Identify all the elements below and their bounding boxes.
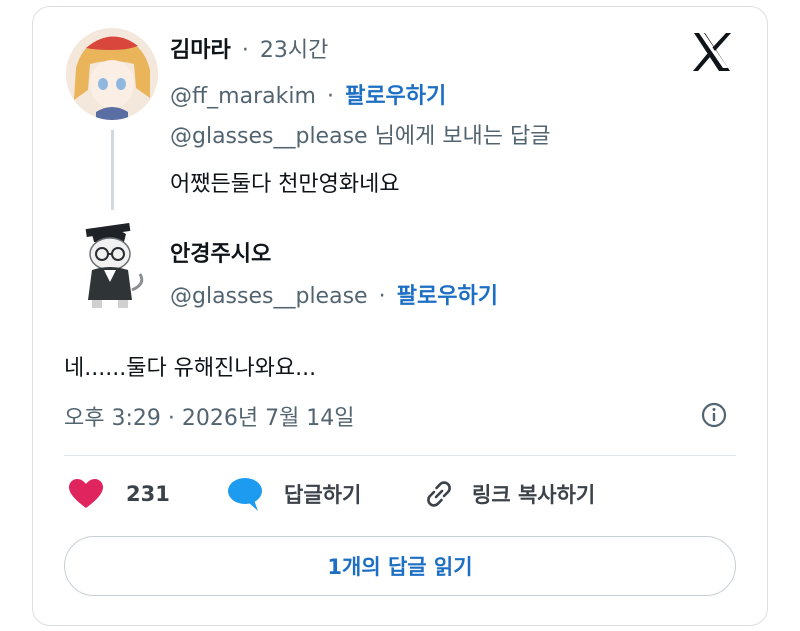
reply-author-name[interactable]: 안경주시오 [170, 236, 271, 268]
avatar-glasses-please[interactable] [66, 220, 158, 312]
speech-bubble-icon [226, 476, 264, 512]
reply-post-text: 네......둘다 유해진나와요... [64, 356, 317, 381]
separator-dot: · [378, 284, 386, 309]
separator-dot: · [326, 84, 334, 109]
read-replies-label: 1개의 답글 읽기 [327, 555, 473, 579]
follow-button-parent[interactable]: 팔로우하기 [345, 84, 446, 109]
post-timestamp[interactable]: 오후 3:29 · 2026년 7월 14일 [64, 400, 355, 432]
parent-handle[interactable]: @ff_marakim [170, 84, 316, 109]
x-logo-icon[interactable] [690, 30, 734, 74]
parent-time-ago[interactable]: 23시간 [260, 38, 328, 63]
like-button[interactable]: 231 [68, 476, 170, 512]
avatar-kimmara[interactable] [66, 28, 158, 120]
reply-handle-row: @glasses__please · 팔로우하기 [170, 278, 498, 310]
separator-dot: · [241, 38, 249, 63]
thread-connector-line [111, 130, 114, 210]
follow-button-reply[interactable]: 팔로우하기 [397, 284, 498, 309]
parent-author-name[interactable]: 김마라 [170, 38, 231, 63]
reply-button[interactable]: 답글하기 [226, 476, 361, 512]
parent-handle-row: @ff_marakim · 팔로우하기 [170, 78, 446, 110]
like-count: 231 [126, 482, 170, 506]
reply-to-label[interactable]: @glasses__please 님에게 보내는 답글 [170, 118, 550, 150]
copy-link-button[interactable]: 링크 복사하기 [422, 476, 595, 512]
read-replies-button[interactable]: 1개의 답글 읽기 [64, 536, 736, 596]
info-icon[interactable] [700, 401, 728, 429]
link-icon [422, 477, 456, 511]
reply-action-label: 답글하기 [284, 483, 362, 507]
reply-handle[interactable]: @glasses__please [170, 284, 368, 309]
divider [64, 455, 736, 456]
parent-header-row: 김마라 · 23시간 [170, 32, 328, 64]
heart-icon [68, 478, 104, 510]
copy-link-label: 링크 복사하기 [472, 483, 596, 507]
parent-post-text: 어쨌든둘다 천만영화네요 [170, 172, 400, 197]
